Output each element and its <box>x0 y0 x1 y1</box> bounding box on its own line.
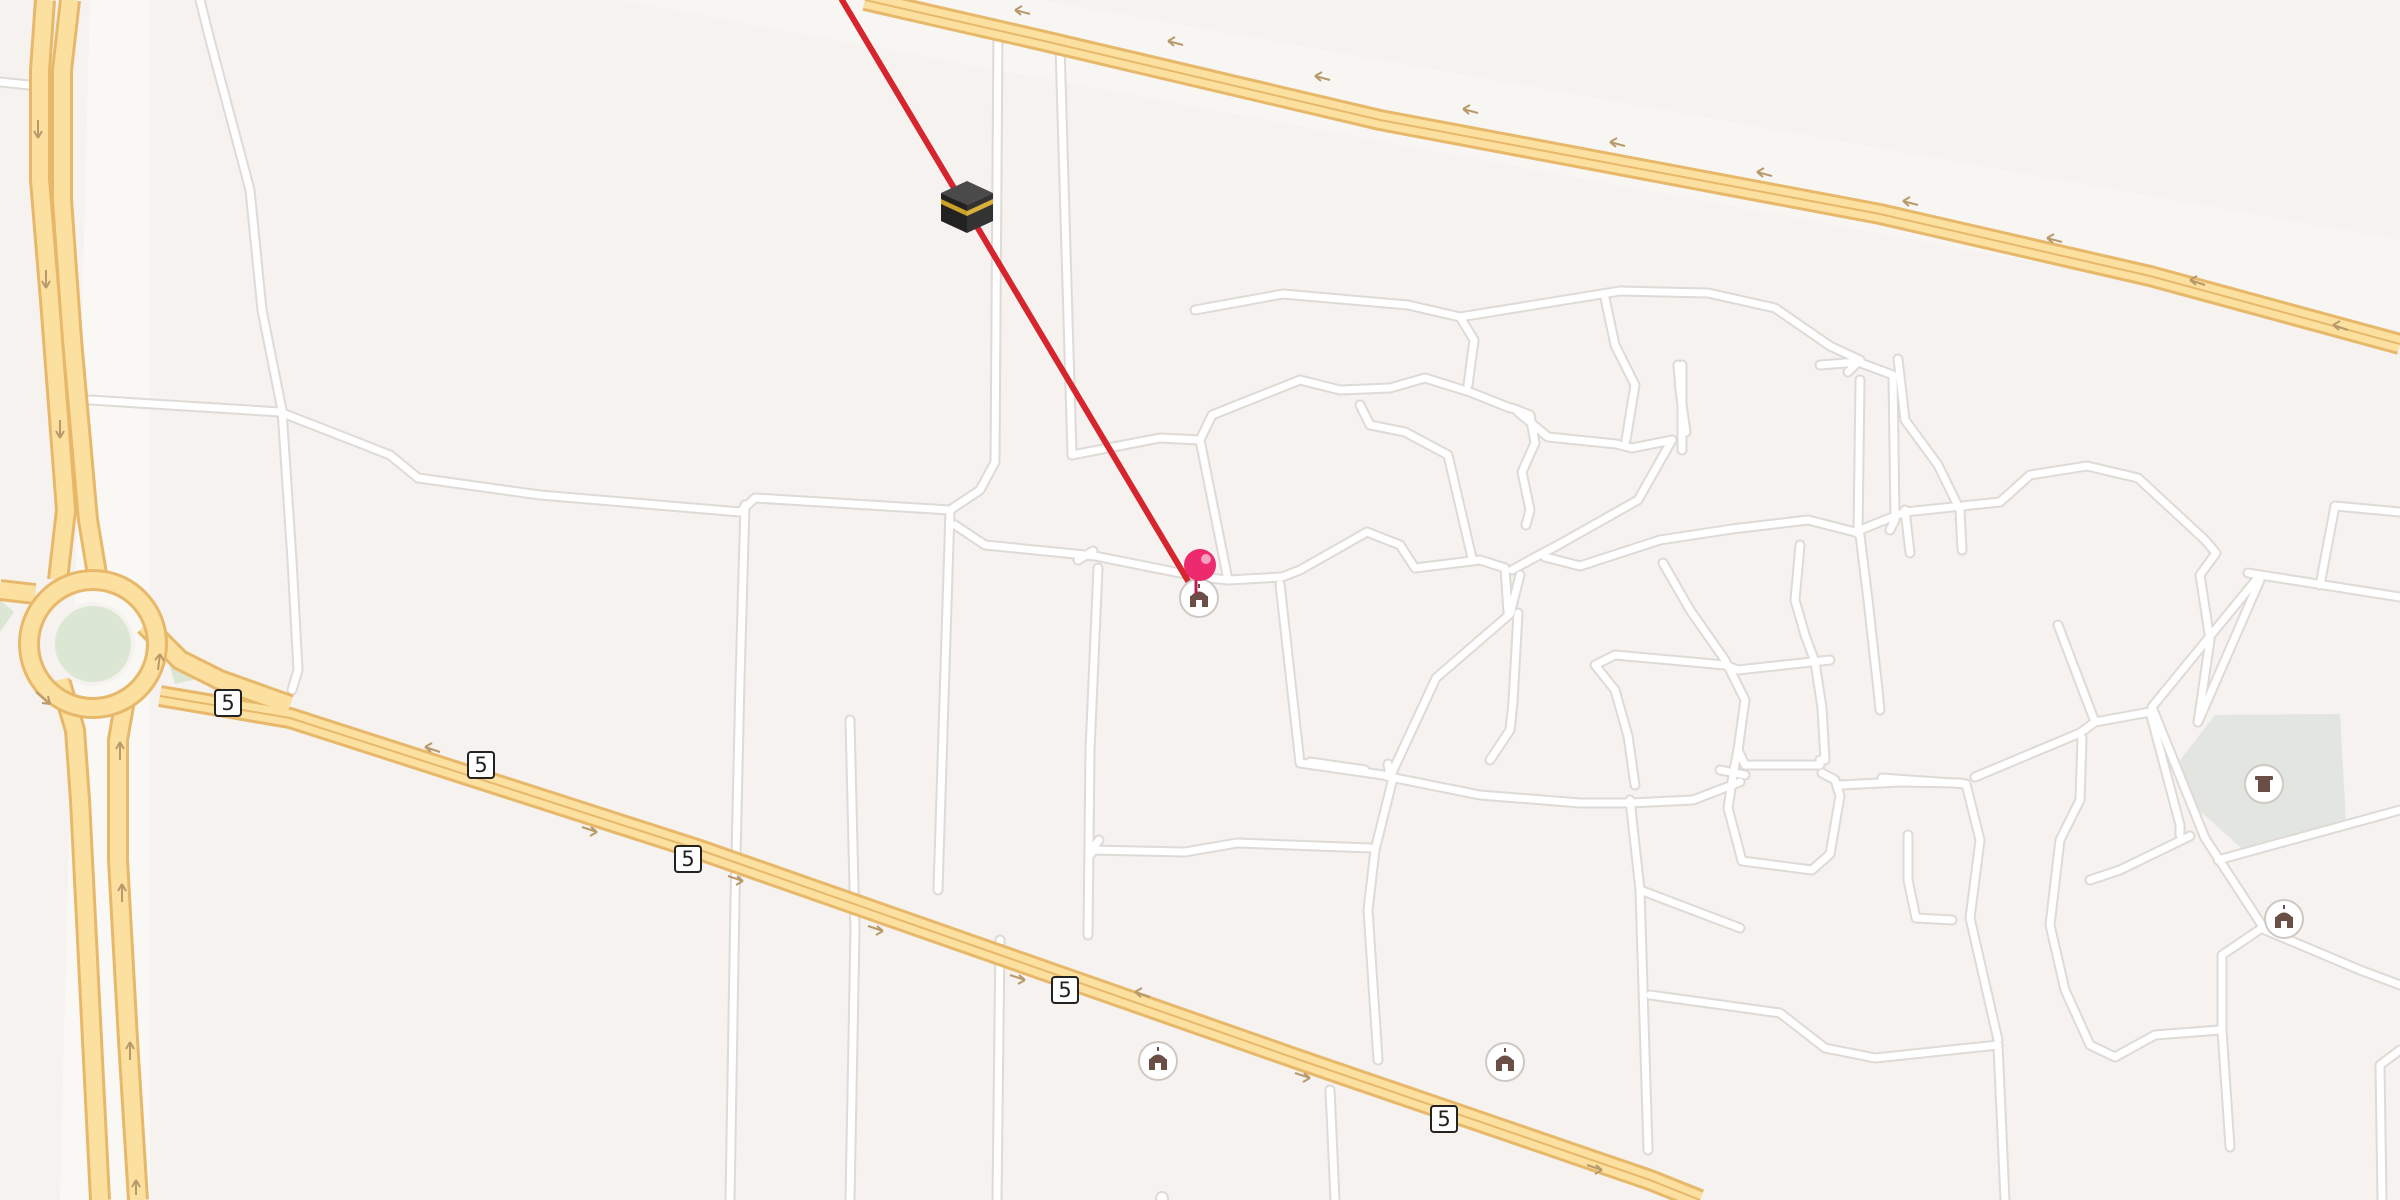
mosque-icon[interactable] <box>2264 899 2304 939</box>
route-shield: 5 <box>674 845 702 873</box>
cemetery-icon[interactable] <box>2244 764 2284 804</box>
svg-text:5: 5 <box>221 691 234 715</box>
mosque-icon[interactable] <box>1138 1041 1178 1081</box>
route-shield: 5 <box>1430 1105 1458 1133</box>
svg-text:5: 5 <box>474 753 487 777</box>
svg-text:5: 5 <box>1437 1107 1450 1131</box>
svg-text:5: 5 <box>681 847 694 871</box>
svg-text:5: 5 <box>1058 978 1071 1002</box>
map-dot <box>1155 1191 1169 1200</box>
route-shield: 5 <box>214 689 242 717</box>
mosque-icon[interactable] <box>1179 578 1219 618</box>
route-shield: 5 <box>467 751 495 779</box>
map-canvas[interactable]: 5 5 5 5 5 <box>0 0 2400 1200</box>
route-shield: 5 <box>1051 976 1079 1004</box>
roundabout-park <box>51 602 135 686</box>
mosque-icon[interactable] <box>1485 1042 1525 1082</box>
